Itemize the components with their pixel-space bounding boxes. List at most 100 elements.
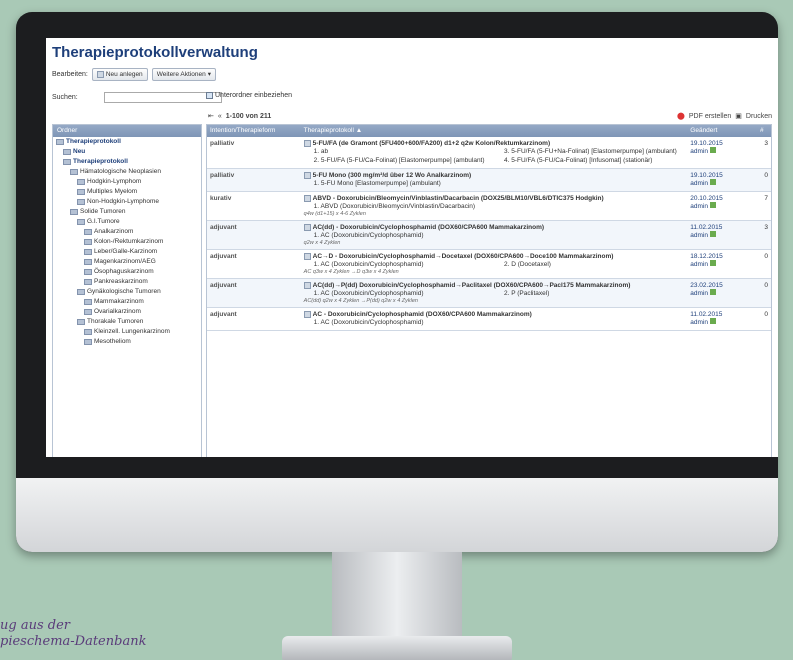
protocol-title[interactable]: 5-FU/FA (de Gramont (5FU400+600/FA200) d… (303, 140, 685, 147)
protocol-title-text: 5-FU Mono (300 mg/m²/d über 12 Wo Analka… (312, 172, 472, 179)
table-row[interactable]: adjuvant AC(dd) - Doxorubicin/Cyclophosph… (207, 221, 771, 250)
table-row[interactable]: adjuvant AC→D - Doxorubicin/Cyclophospham… (207, 250, 771, 279)
changed-user: admin (690, 318, 754, 326)
more-actions-dropdown[interactable]: Weitere Aktionen ▾ (151, 68, 216, 81)
folder-item[interactable]: Thorakale Tumoren (53, 317, 201, 327)
protocol-cell: AC→D - Doxorubicin/Cyclophosphamid→Docet… (301, 250, 688, 278)
folder-icon (84, 279, 92, 285)
changed-user: admin (690, 231, 754, 239)
caption-line-1: ug aus der (0, 618, 70, 633)
pdf-icon: ⬤ (677, 113, 685, 120)
folder-label: Pankreaskarzinom (94, 278, 148, 285)
print-link[interactable]: Drucken (746, 113, 772, 120)
intent-cell: palliativ (210, 172, 235, 179)
protocol-icon (303, 195, 311, 202)
caption-line-2: pieschema-Datenbank (0, 634, 147, 649)
prev-page-icon[interactable]: « (218, 113, 222, 120)
count-cell: 7 (764, 195, 768, 202)
note-icon[interactable] (709, 289, 716, 295)
note-icon[interactable] (709, 147, 716, 153)
folder-label: Mammakarzinom (94, 298, 144, 305)
note-icon[interactable] (709, 202, 716, 208)
count-cell: 0 (764, 282, 768, 289)
protocol-step: 2. D (Docetaxel) (503, 261, 551, 268)
more-actions-label: Weitere Aktionen (156, 71, 206, 78)
folder-item[interactable]: Ösophaguskarzinom (53, 267, 201, 277)
note-icon[interactable] (709, 318, 716, 324)
protocol-icon (303, 172, 311, 179)
folder-item[interactable]: Therapieprotokoll (53, 157, 201, 167)
folder-item[interactable]: Non-Hodgkin-Lymphome (53, 197, 201, 207)
folder-item[interactable]: Gynäkologische Tumoren (53, 287, 201, 297)
folder-item[interactable]: Kolon-/Rektumkarzinom (53, 237, 201, 247)
note-icon[interactable] (709, 231, 716, 237)
folder-item[interactable]: Mesotheliom (53, 337, 201, 347)
intent-cell: kurativ (210, 195, 232, 202)
col-count[interactable]: # (757, 125, 771, 137)
folder-item[interactable]: Magenkarzinom/AEG (53, 257, 201, 267)
schedule-text: q2w x 4 Zyklen (303, 240, 341, 246)
folder-icon (77, 219, 85, 225)
folder-item[interactable]: Ovarialkarzinom (53, 307, 201, 317)
pdf-link[interactable]: PDF erstellen (689, 113, 731, 120)
schedule-text: q4w (d1+15) x 4-6 Zyklen (303, 211, 366, 217)
protocol-title[interactable]: AC→D - Doxorubicin/Cyclophosphamid→Docet… (303, 253, 685, 260)
folder-item[interactable]: Therapieprotokoll (53, 137, 201, 147)
changed-cell: 19.10.2015 admin (687, 137, 757, 168)
protocol-title[interactable]: AC - Doxorubicin/Cyclophosphamid (DOX60/… (303, 311, 685, 318)
table-row[interactable]: adjuvant AC(dd)→P(dd) Doxorubicin/Cycloph… (207, 279, 771, 308)
changed-date: 18.12.2015 (690, 253, 723, 260)
changed-cell: 20.10.2015 admin (687, 192, 757, 220)
folder-item[interactable]: Hämatologische Neoplasien (53, 167, 201, 177)
user-text: admin (690, 232, 708, 239)
new-button[interactable]: Neu anlegen (91, 68, 148, 81)
protocol-step: 1. AC (Doxorubicin/Cyclophosphamid) (313, 232, 424, 239)
protocol-step: 1. 5-FU Mono [Elastomerpumpe] (ambulant) (313, 180, 441, 187)
note-icon[interactable] (709, 260, 716, 266)
pagination: ⇤ « 1-100 von 211 (208, 112, 271, 121)
folder-item[interactable]: G.I.Tumore (53, 217, 201, 227)
folder-item[interactable]: Hodgkin-Lymphom (53, 177, 201, 187)
protocol-title[interactable]: 5-FU Mono (300 mg/m²/d über 12 Wo Analka… (303, 172, 685, 179)
folder-item[interactable]: Kleinzell. Lungenkarzinom (53, 327, 201, 337)
note-icon[interactable] (709, 179, 716, 185)
table-row[interactable]: kurativ ABVD - Doxorubicin/Bleomycin/Vinb… (207, 192, 771, 221)
folder-item[interactable]: Neu (53, 147, 201, 157)
table-row[interactable]: palliativ 5-FU/FA (de Gramont (5FU400+600… (207, 137, 771, 169)
protocol-title[interactable]: AC(dd)→P(dd) Doxorubicin/Cyclophosphamid… (303, 282, 685, 289)
col-changed[interactable]: Geändert (687, 125, 757, 137)
print-icon: ▣ (735, 113, 742, 120)
subfolders-checkbox[interactable] (206, 92, 213, 99)
protocol-icon (303, 311, 311, 318)
protocol-title[interactable]: AC(dd) - Doxorubicin/Cyclophosphamid (DO… (303, 224, 685, 231)
intent-cell: palliativ (210, 140, 235, 147)
folder-label: Analkarzinom (94, 228, 134, 235)
changed-user: admin (690, 260, 754, 268)
folder-label: Mesotheliom (94, 338, 131, 345)
folder-icon (84, 269, 92, 275)
protocol-title[interactable]: ABVD - Doxorubicin/Bleomycin/Vinblastin/… (303, 195, 685, 202)
folder-item[interactable]: Leber/Galle-Karzinom (53, 247, 201, 257)
folder-label: Therapieprotokoll (66, 138, 121, 145)
folder-tree-list: Therapieprotokoll Neu Therapieprotokoll Häm… (53, 137, 201, 347)
search-input[interactable] (103, 92, 222, 103)
folder-item[interactable]: Mammakarzinom (53, 297, 201, 307)
table-row[interactable]: adjuvant AC - Doxorubicin/Cyclophosphamid… (207, 308, 771, 331)
first-page-icon[interactable]: ⇤ (208, 112, 214, 120)
folder-icon (84, 259, 92, 265)
col-intent[interactable]: Intention/Therapieform (207, 125, 301, 137)
user-text: admin (690, 261, 708, 268)
subfolders-option[interactable]: Unterordner einbeziehen (206, 92, 292, 99)
folder-tree: Ordner Therapieprotokoll Neu Therapieproto… (52, 124, 202, 457)
count-cell: 0 (764, 253, 768, 260)
changed-cell: 11.02.2015 admin (687, 308, 757, 330)
folder-label: Gynäkologische Tumoren (87, 288, 161, 295)
search-label: Suchen: (52, 94, 78, 101)
folder-tree-header: Ordner (53, 125, 201, 137)
folder-item[interactable]: Solide Tumoren (53, 207, 201, 217)
table-row[interactable]: palliativ 5-FU Mono (300 mg/m²/d über 12 … (207, 169, 771, 192)
folder-item[interactable]: Multiples Myelom (53, 187, 201, 197)
folder-item[interactable]: Pankreaskarzinom (53, 277, 201, 287)
folder-item[interactable]: Analkarzinom (53, 227, 201, 237)
col-protocol[interactable]: Therapieprotokoll ▲ (301, 125, 688, 137)
